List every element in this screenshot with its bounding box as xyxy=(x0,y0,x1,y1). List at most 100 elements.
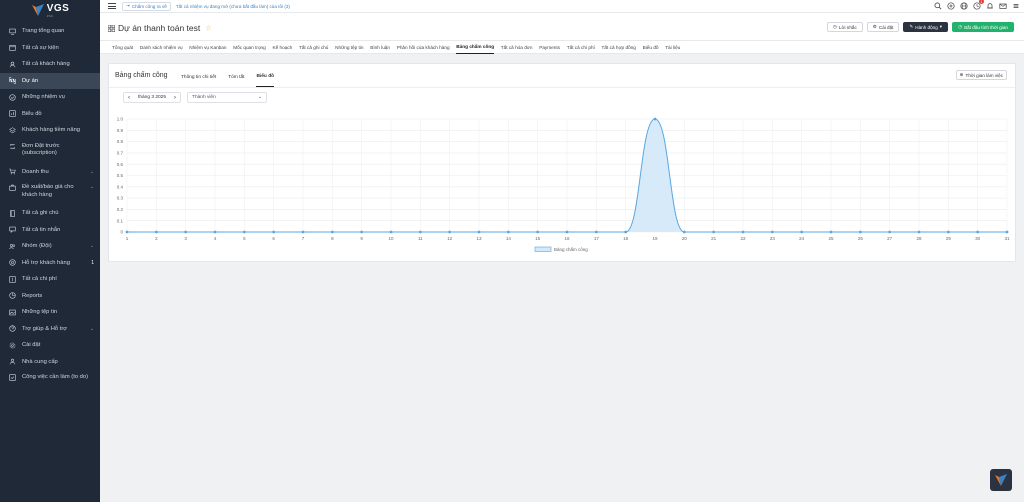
data-point[interactable] xyxy=(389,230,393,234)
data-point[interactable] xyxy=(682,230,686,234)
sidebar-item-9[interactable]: Đề xuất/báo giá cho khách hàng ⌄ xyxy=(0,180,100,205)
legend-label[interactable]: Bảng chấm công xyxy=(554,247,588,252)
sidebar-item-18[interactable]: Cài đặt xyxy=(0,337,100,354)
sidebar-item-12[interactable]: Nhóm (Đội) ⌄ xyxy=(0,238,100,255)
open-tasks-link[interactable]: Tất cả nhiệm vụ đang mở (chưa bắt đầu là… xyxy=(176,4,290,9)
data-point[interactable] xyxy=(712,230,716,234)
logo[interactable]: VGS JSC xyxy=(0,0,100,20)
tab-6[interactable]: Những tệp tin xyxy=(335,41,363,54)
data-point[interactable] xyxy=(1005,230,1009,234)
subtab-1[interactable]: Tóm tắt xyxy=(228,67,244,87)
tab-0[interactable]: Tổng quát xyxy=(112,41,133,54)
data-point[interactable] xyxy=(800,230,804,234)
hamburger-menu-icon[interactable] xyxy=(108,2,116,10)
data-point[interactable] xyxy=(272,230,276,234)
data-point[interactable] xyxy=(976,230,980,234)
data-point[interactable] xyxy=(858,230,862,234)
tab-2[interactable]: Nhiệm vụ Kanban xyxy=(189,41,226,54)
chevron-down-icon[interactable]: ⌄ xyxy=(90,326,94,332)
data-point[interactable] xyxy=(360,230,364,234)
sidebar-item-0[interactable]: Trang tổng quan xyxy=(0,23,100,40)
sidebar-item-13[interactable]: Hỗ trợ khách hàng 1 xyxy=(0,255,100,272)
sidebar-item-10[interactable]: Tất cả ghi chú xyxy=(0,205,100,222)
data-point[interactable] xyxy=(418,230,422,234)
start-timer-button[interactable]: ◷ Bắt đầu tính thời gian xyxy=(952,22,1014,32)
tab-11[interactable]: Payments xyxy=(539,41,560,54)
bell-icon[interactable] xyxy=(986,2,994,10)
data-point[interactable] xyxy=(741,230,745,234)
sidebar-item-11[interactable]: Tất cả tin nhắn xyxy=(0,222,100,239)
chevron-down-icon[interactable]: ⌄ xyxy=(90,184,94,192)
data-point[interactable] xyxy=(565,230,569,234)
data-point[interactable] xyxy=(917,230,921,234)
sidebar-item-14[interactable]: Tất cả chi phí xyxy=(0,271,100,288)
sidebar-item-4[interactable]: Những nhiệm vụ xyxy=(0,89,100,106)
sidebar-item-8[interactable]: Doanh thu ⌄ xyxy=(0,164,100,181)
data-point[interactable] xyxy=(242,230,246,234)
tab-13[interactable]: Tất cả hợp đồng xyxy=(602,41,636,54)
tab-8[interactable]: Phản hồi của khách hàng xyxy=(397,41,450,54)
data-point[interactable] xyxy=(594,230,598,234)
tab-3[interactable]: Mốc quan trọng xyxy=(233,41,266,54)
next-month-icon[interactable]: › xyxy=(170,92,180,103)
chevron-down-icon[interactable]: ⌄ xyxy=(90,169,94,175)
tab-1[interactable]: Danh sách nhiệm vụ xyxy=(140,41,183,54)
sidebar-item-6[interactable]: Khách hàng tiềm năng xyxy=(0,122,100,139)
subtab-0[interactable]: Thông tin chi tiết xyxy=(181,67,216,87)
mail-icon[interactable] xyxy=(999,2,1007,10)
data-point[interactable] xyxy=(536,230,540,234)
sidebar-item-15[interactable]: Reports xyxy=(0,288,100,305)
data-point[interactable] xyxy=(448,230,452,234)
clock-out-button[interactable]: ⇥ Chấm công ra về xyxy=(122,1,171,11)
subtab-2[interactable]: Biểu đồ xyxy=(256,67,275,87)
tab-7[interactable]: Bình luận xyxy=(370,41,390,54)
data-point[interactable] xyxy=(506,230,510,234)
search-icon[interactable] xyxy=(934,2,942,10)
data-point[interactable] xyxy=(477,230,481,234)
data-point[interactable] xyxy=(330,230,334,234)
timelog-button[interactable]: ⊕ Thời gian làm việc xyxy=(955,70,1007,80)
data-point[interactable] xyxy=(946,230,950,234)
sidebar-item-label: Công việc cần làm (to do) xyxy=(22,374,89,380)
data-point[interactable] xyxy=(184,230,188,234)
data-point[interactable] xyxy=(829,230,833,234)
prev-month-icon[interactable]: ‹ xyxy=(124,92,134,103)
tab-10[interactable]: Tất cả hóa đơn xyxy=(501,41,533,54)
globe-icon[interactable] xyxy=(960,2,968,10)
favorite-star-icon[interactable]: ☆ xyxy=(205,24,211,32)
data-point[interactable] xyxy=(653,117,657,121)
data-point[interactable] xyxy=(770,230,774,234)
chevron-down-icon[interactable]: ⌄ xyxy=(90,243,94,249)
sidebar-item-16[interactable]: Những tệp tin xyxy=(0,304,100,321)
legend-swatch[interactable] xyxy=(534,246,552,252)
data-point[interactable] xyxy=(125,230,129,234)
sidebar-item-1[interactable]: Tất cả sự kiện xyxy=(0,40,100,57)
data-point[interactable] xyxy=(888,230,892,234)
sidebar-item-17[interactable]: Trợ giúp & Hỗ trợ ⌄ xyxy=(0,321,100,338)
tab-12[interactable]: Tất cả chi phí xyxy=(567,41,595,54)
clock-icon[interactable]: 1 xyxy=(973,0,984,10)
sidebar-item-19[interactable]: Nhà cung cấp xyxy=(0,354,100,371)
help-widget-button[interactable] xyxy=(990,469,1012,491)
data-point[interactable] xyxy=(213,230,217,234)
actions-dropdown-button[interactable]: ✎ Hành động ▾ xyxy=(903,22,949,32)
tab-5[interactable]: Tất cả ghi chú xyxy=(299,41,328,54)
data-point[interactable] xyxy=(624,230,628,234)
data-point[interactable] xyxy=(154,230,158,234)
logo-mark-icon xyxy=(31,3,45,17)
tab-9[interactable]: Bảng chấm công xyxy=(456,41,495,54)
user-menu-icon[interactable] xyxy=(1012,2,1020,10)
sidebar-item-3[interactable]: Dự án xyxy=(0,72,100,89)
tab-4[interactable]: Kế hoạch xyxy=(272,41,292,54)
sidebar-item-2[interactable]: Tất cả khách hàng xyxy=(0,56,100,73)
member-select[interactable]: Thành viên ⌄ xyxy=(187,92,268,103)
data-point[interactable] xyxy=(301,230,305,234)
tab-14[interactable]: Biểu đồ xyxy=(643,41,659,54)
reminder-button[interactable]: ◷ Lời nhắc xyxy=(826,22,863,32)
tab-15[interactable]: Tài liệu xyxy=(665,41,680,54)
sidebar-item-5[interactable]: Biểu đồ xyxy=(0,106,100,123)
settings-button[interactable]: ⚙ Cài đặt xyxy=(866,22,900,32)
add-circle-icon[interactable] xyxy=(947,2,955,10)
sidebar-item-20[interactable]: Công việc cần làm (to do) xyxy=(0,370,100,395)
sidebar-item-7[interactable]: Đơn Đặt trước (subscription) xyxy=(0,139,100,164)
